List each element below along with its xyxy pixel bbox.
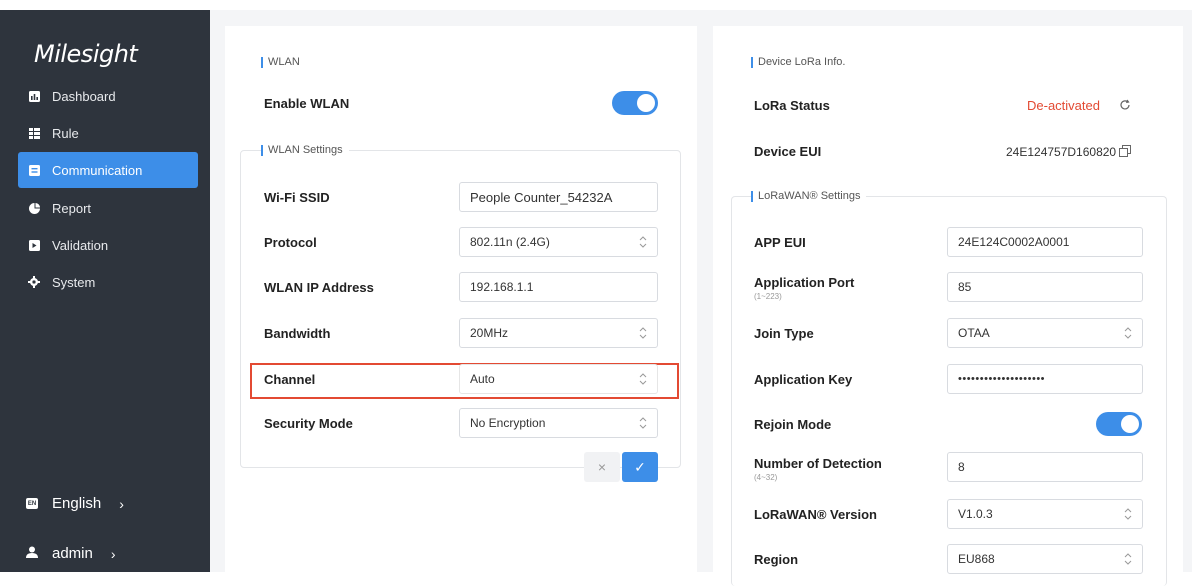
app-key-input[interactable]: •••••••••••••••••••• [947, 364, 1143, 394]
channel-value: Auto [470, 372, 495, 386]
device-eui-label: Device EUI [754, 144, 822, 159]
bandwidth-label: Bandwidth [264, 326, 331, 341]
lorawan-version-label: LoRaWAN® Version [754, 507, 877, 522]
app-port-range: (1~223) [754, 292, 782, 301]
wlan-section-title: WLAN [261, 56, 300, 68]
app-port-label-text: Application Port [754, 275, 855, 290]
wlan-panel: WLAN Enable WLAN WLAN Settings Wi-Fi SSI… [225, 26, 697, 572]
cancel-button[interactable]: × [584, 452, 620, 482]
protocol-select[interactable]: 802.11n (2.4G) [459, 227, 658, 257]
gear-icon [28, 276, 40, 288]
language-selector[interactable]: EN English › [26, 495, 124, 512]
sidebar-item-dashboard[interactable]: Dashboard [18, 78, 198, 114]
save-button[interactable]: ✓ [622, 452, 658, 482]
sidebar-item-label: Communication [52, 162, 143, 178]
protocol-value: 802.11n (2.4G) [470, 235, 550, 249]
sidebar: Milesight Dashboard Rule Communication R… [0, 10, 210, 572]
join-type-select[interactable]: OTAA [947, 318, 1143, 348]
sidebar-item-label: System [52, 274, 96, 290]
bandwidth-value: 20MHz [470, 326, 509, 340]
app-key-label: Application Key [754, 372, 853, 387]
sidebar-item-validation[interactable]: Validation [18, 227, 198, 263]
updown-arrow-icon [1124, 508, 1132, 520]
app-window: Milesight Dashboard Rule Communication R… [0, 0, 1192, 586]
detection-input[interactable]: 8 [947, 452, 1143, 482]
lora-status-label: LoRa Status [754, 98, 830, 113]
pie-chart-icon [28, 202, 40, 214]
chevron-right-icon: › [119, 495, 124, 512]
ip-label: WLAN IP Address [264, 280, 374, 295]
app-port-input[interactable]: 85 [947, 272, 1143, 302]
bar-chart-icon [28, 90, 40, 102]
updown-arrow-icon [639, 417, 647, 429]
region-select[interactable]: EU868 [947, 544, 1143, 574]
lorawan-settings-title: LoRaWAN® Settings [751, 190, 867, 202]
user-icon [26, 545, 38, 562]
enable-wlan-toggle[interactable] [612, 91, 658, 115]
sidebar-item-report[interactable]: Report [18, 190, 198, 226]
copy-icon[interactable] [1119, 145, 1131, 157]
updown-arrow-icon [1124, 553, 1132, 565]
sidebar-item-communication[interactable]: Communication [18, 152, 198, 188]
updown-arrow-icon [639, 327, 647, 339]
app-eui-input[interactable]: 24E124C0002A0001 [947, 227, 1143, 257]
enable-wlan-label: Enable WLAN [264, 96, 350, 111]
sidebar-item-label: Rule [52, 125, 79, 141]
wlan-settings-title: WLAN Settings [261, 144, 349, 156]
sidebar-item-system[interactable]: System [18, 264, 198, 300]
lorawan-version-value: V1.0.3 [958, 507, 993, 521]
message-icon [28, 164, 40, 176]
channel-label: Channel [264, 372, 316, 387]
join-type-label: Join Type [754, 326, 814, 341]
protocol-label: Protocol [264, 235, 317, 250]
bandwidth-select[interactable]: 20MHz [459, 318, 658, 348]
security-value: No Encryption [470, 416, 546, 430]
region-label: Region [754, 552, 799, 567]
region-value: EU868 [958, 552, 995, 566]
rejoin-mode-toggle[interactable] [1096, 412, 1142, 436]
ip-input[interactable]: 192.168.1.1 [459, 272, 658, 302]
rule-icon [28, 127, 40, 139]
lora-status-value: De-activated [1027, 98, 1100, 113]
language-icon: EN [26, 498, 38, 509]
chevron-right-icon: › [110, 545, 116, 562]
lora-info-title: Device LoRa Info. [751, 56, 845, 68]
rejoin-mode-label: Rejoin Mode [754, 417, 832, 432]
device-eui-value: 24E124757D160820 [1006, 145, 1117, 159]
validation-icon [28, 239, 40, 251]
sidebar-item-label: Validation [52, 237, 109, 253]
app-port-label: Application Port (1~223) [754, 275, 854, 301]
channel-select[interactable]: Auto [459, 364, 658, 394]
ssid-label: Wi-Fi SSID [264, 190, 330, 205]
refresh-icon[interactable] [1119, 99, 1131, 111]
language-label: English [52, 495, 102, 512]
detection-label: Number of Detection (4~32) [754, 456, 882, 482]
updown-arrow-icon [639, 236, 647, 248]
security-select[interactable]: No Encryption [459, 408, 658, 438]
join-type-value: OTAA [958, 326, 990, 340]
lora-panel: Device LoRa Info. LoRa Status De-activat… [713, 26, 1183, 586]
lorawan-version-select[interactable]: V1.0.3 [947, 499, 1143, 529]
sidebar-item-label: Report [52, 200, 92, 216]
detection-range: (4~32) [754, 473, 778, 482]
app-eui-label: APP EUI [754, 235, 806, 250]
sidebar-item-label: Dashboard [52, 88, 116, 104]
user-menu[interactable]: admin › [26, 545, 116, 562]
detection-label-text: Number of Detection [754, 456, 882, 471]
sidebar-item-rule[interactable]: Rule [18, 115, 198, 151]
security-label: Security Mode [264, 416, 353, 431]
ssid-input[interactable]: People Counter_54232A [459, 182, 658, 212]
updown-arrow-icon [639, 373, 647, 385]
updown-arrow-icon [1124, 327, 1132, 339]
user-label: admin [52, 545, 93, 562]
logo: Milesight [34, 40, 138, 68]
